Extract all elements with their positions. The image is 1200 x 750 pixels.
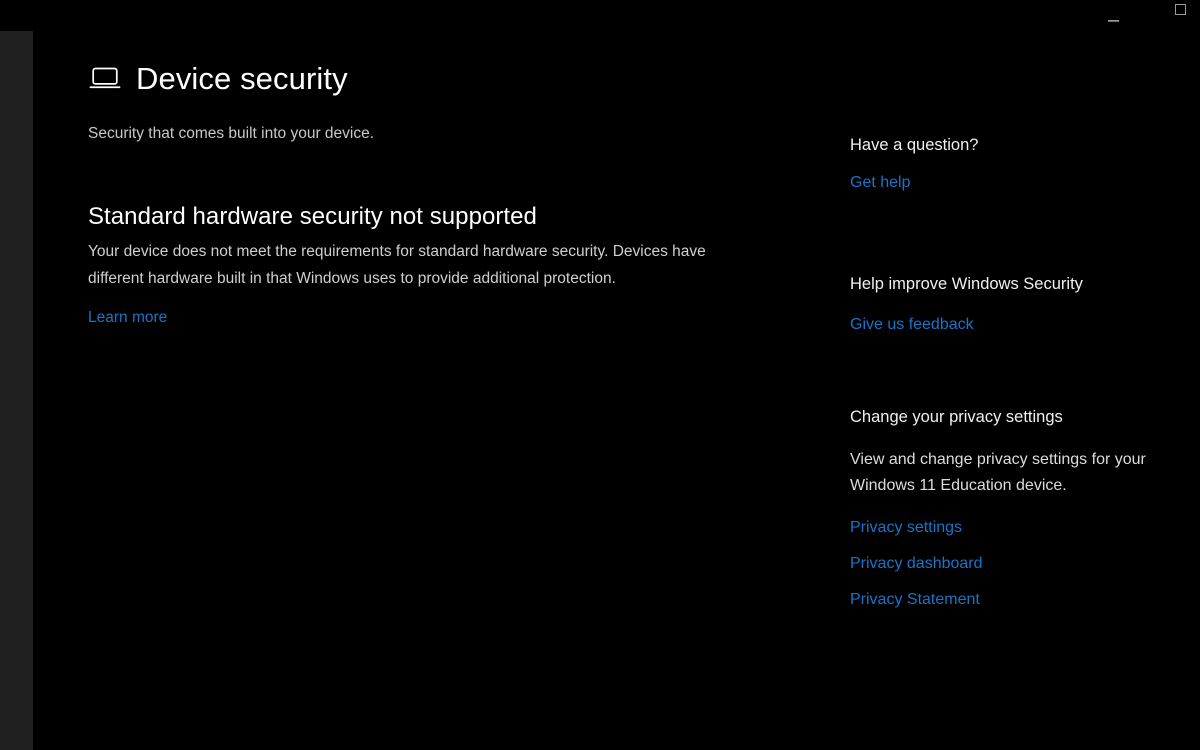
privacy-statement-link[interactable]: Privacy Statement bbox=[850, 589, 1180, 611]
hardware-security-status-block: Standard hardware security not supported… bbox=[88, 202, 788, 328]
laptop-icon bbox=[88, 65, 122, 93]
minimize-icon bbox=[1107, 19, 1119, 21]
title-bar bbox=[0, 0, 1200, 31]
get-help-link[interactable]: Get help bbox=[850, 172, 1180, 194]
window-caption-buttons bbox=[1090, 0, 1200, 31]
page-subtitle: Security that comes built into your devi… bbox=[88, 125, 375, 142]
privacy-settings-heading: Change your privacy settings bbox=[850, 408, 1063, 426]
device-security-window: Device security Security that comes buil… bbox=[0, 0, 1200, 750]
have-a-question-section: Have a question? Get help bbox=[850, 134, 1180, 194]
have-a-question-heading: Have a question? bbox=[850, 136, 979, 154]
status-heading: Standard hardware security not supported bbox=[88, 203, 537, 230]
help-improve-section: Help improve Windows Security Give us fe… bbox=[850, 273, 1180, 336]
aside-column: Have a question? Get help Help improve W… bbox=[850, 134, 1180, 611]
maximize-icon bbox=[1174, 4, 1186, 15]
page-header: Device security bbox=[88, 56, 788, 102]
status-description: Your device does not meet the requiremen… bbox=[88, 243, 706, 287]
privacy-settings-section: Change your privacy settings View and ch… bbox=[850, 406, 1180, 611]
content-area: Device security Security that comes buil… bbox=[33, 31, 1200, 750]
page-title: Device security bbox=[136, 61, 348, 96]
minimize-button[interactable] bbox=[1090, 0, 1136, 31]
privacy-description: View and change privacy settings for you… bbox=[850, 451, 1146, 494]
learn-more-link[interactable]: Learn more bbox=[88, 307, 167, 328]
maximize-button[interactable] bbox=[1157, 0, 1200, 31]
navigation-rail[interactable] bbox=[0, 31, 33, 750]
main-column: Device security Security that comes buil… bbox=[88, 56, 788, 328]
privacy-dashboard-link[interactable]: Privacy dashboard bbox=[850, 553, 1180, 575]
give-us-feedback-link[interactable]: Give us feedback bbox=[850, 314, 1180, 336]
help-improve-heading: Help improve Windows Security bbox=[850, 275, 1083, 293]
privacy-settings-link[interactable]: Privacy settings bbox=[850, 517, 1180, 539]
